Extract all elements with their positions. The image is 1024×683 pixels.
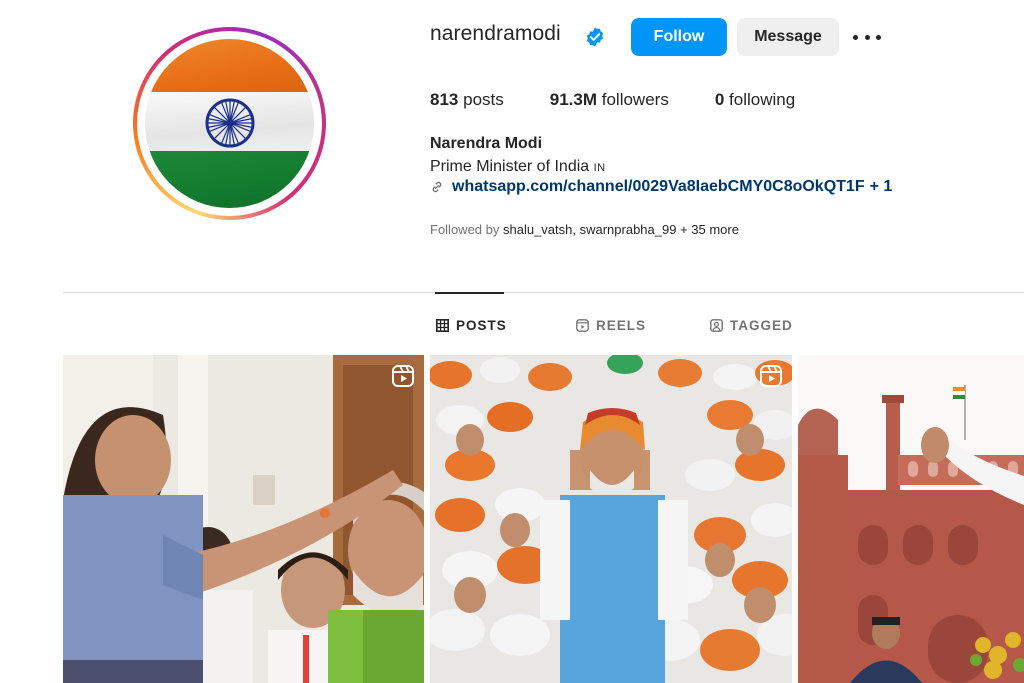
message-button[interactable]: Message [737,18,839,56]
profile-link-row: whatsapp.com/channel/0029Va8IaebCMY0C8oO… [430,178,892,196]
profile-bio: Prime Minister of India IN [430,158,606,176]
profile-link-more[interactable]: + 1 [870,178,893,196]
profile-full-name: Narendra Modi [430,135,543,152]
profile-divider [63,292,1024,293]
profile-avatar[interactable] [145,39,314,208]
active-tab-indicator [435,292,504,294]
bio-country-code: IN [593,162,606,174]
post-thumbnail[interactable] [430,355,792,683]
followers-label: followers [601,90,669,109]
tab-tagged-label: TAGGED [730,317,793,333]
dot [876,34,881,40]
tab-posts-label: POSTS [456,317,507,333]
followed-by-prefix: Followed by [430,222,500,237]
reel-icon [760,365,782,387]
grid-icon [436,318,449,332]
posts-count: 813 [430,90,459,109]
tab-tagged[interactable]: TAGGED [710,314,793,336]
dot [853,34,858,40]
post-image-school-visit [63,355,424,683]
followed-by-more: + 35 more [680,222,739,237]
following-label: following [729,90,796,109]
posts-stat: 813 posts [430,90,504,110]
flag-green-band [145,151,314,208]
verified-badge-icon [586,27,604,47]
flag-saffron-band [145,39,314,97]
link-icon [432,181,442,193]
dot [864,34,870,40]
profile-username: narendramodi [430,22,561,45]
tab-reels-label: REELS [596,317,647,333]
following-stat[interactable]: 0 following [715,90,795,110]
avatar-inner-border [137,31,322,216]
following-count: 0 [714,90,725,109]
followed-by-names: shalu_vatsh, swarnprabha_99 [503,222,677,237]
profile-avatar-ring[interactable] [133,27,326,220]
followed-by[interactable]: Followed by shalu_vatsh, swarnprabha_99 … [430,222,739,237]
post-image-red-fort [798,355,1024,683]
bio-text: Prime Minister of India [430,158,590,175]
tab-reels[interactable]: REELS [576,314,646,336]
more-options-icon[interactable] [853,26,881,48]
profile-stats: 813 posts 91.3M followers 0 following [430,90,841,110]
followers-count: 91.3M [549,90,597,109]
post-thumbnail[interactable] [63,355,424,683]
tab-posts[interactable]: POSTS [436,314,507,336]
posts-label: posts [463,90,504,109]
followers-stat[interactable]: 91.3M followers [550,90,669,110]
tagged-icon [710,318,723,332]
follow-button[interactable]: Follow [631,18,727,56]
post-image-crowd [430,355,792,683]
reel-icon [392,365,414,387]
ashoka-chakra-icon [205,98,255,148]
post-thumbnail[interactable] [798,355,1024,683]
reels-icon [576,318,589,332]
profile-link[interactable]: whatsapp.com/channel/0029Va8IaebCMY0C8oO… [452,178,865,196]
